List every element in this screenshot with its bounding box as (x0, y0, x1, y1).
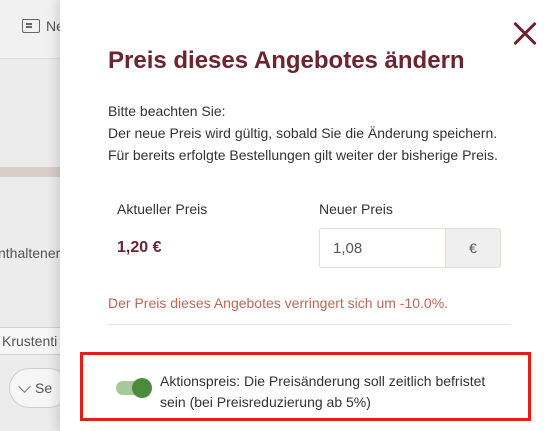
price-change-message: Der Preis dieses Angebotes verringert si… (108, 295, 449, 311)
toggle-knob (132, 378, 152, 398)
price-notice: Bitte beachten Sie: Der neue Preis wird … (108, 100, 498, 166)
notice-line: Bitte beachten Sie: (108, 103, 226, 119)
current-price-value: 1,20 € (117, 239, 162, 256)
new-price-label: Neuer Preis (319, 201, 393, 217)
currency-addon: € (445, 228, 501, 268)
promo-price-toggle-label: Aktionspreis: Die Preisänderung soll zei… (160, 373, 486, 410)
current-price-label: Aktueller Preis (117, 201, 208, 217)
promo-price-toggle[interactable] (116, 378, 152, 398)
newspaper-icon (22, 19, 40, 33)
price-change-modal: Preis dieses Angebotes ändern Bitte beac… (60, 0, 560, 431)
background-news-tab[interactable]: Ne (22, 18, 64, 34)
close-icon[interactable] (511, 20, 539, 48)
background-button-label: Se (35, 380, 53, 396)
background-text-contained: nthaltener (0, 245, 61, 261)
background-crustacean-label: Krustenti (2, 333, 58, 349)
divider (108, 324, 511, 325)
notice-line: Für bereits erfolgte Bestellungen gilt w… (108, 147, 498, 163)
notice-line: Der neue Preis wird gültig, sobald Sie d… (108, 125, 498, 141)
modal-title: Preis dieses Angebotes ändern (108, 47, 465, 74)
new-price-input[interactable] (319, 228, 445, 268)
chevron-down-icon (18, 379, 31, 393)
